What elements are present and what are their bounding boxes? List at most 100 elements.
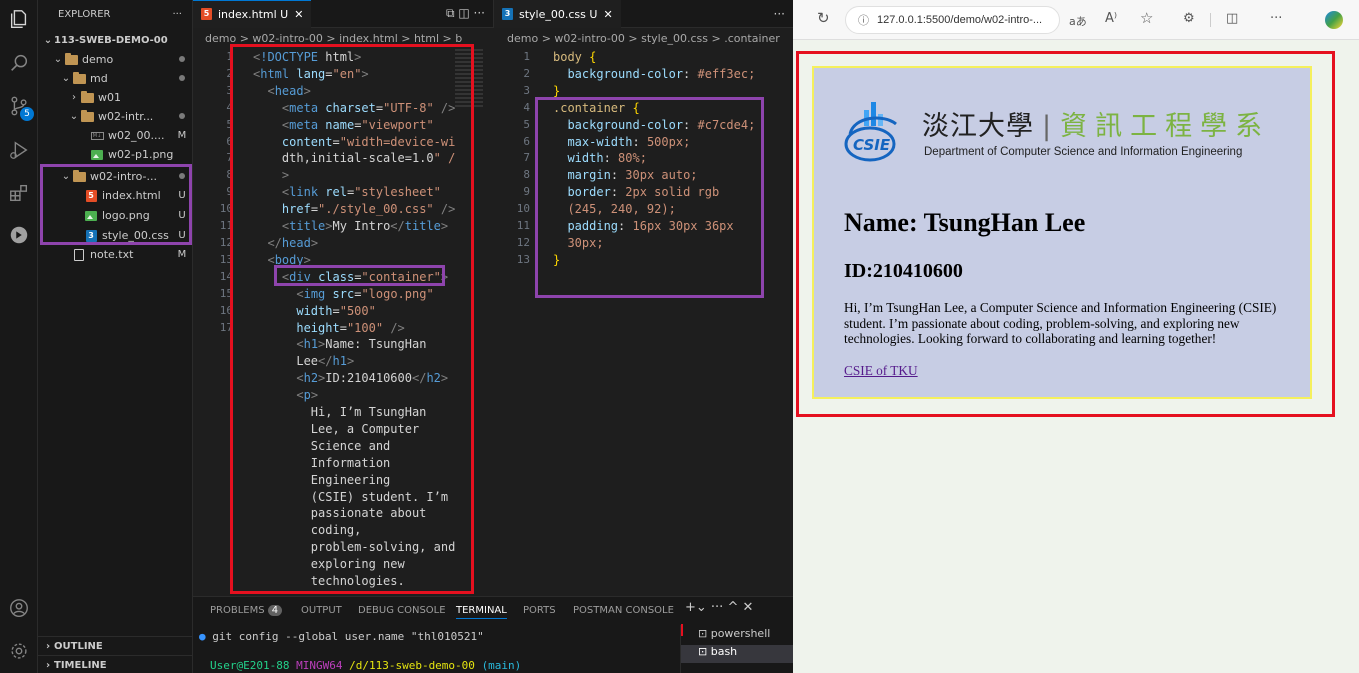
copilot-icon[interactable] (1325, 11, 1343, 29)
line-number: 13 (219, 252, 233, 266)
tree-item-note-txt[interactable]: note.txt M (38, 245, 193, 264)
line-number: 16 (219, 303, 233, 317)
terminal-line-1: ● git config --global user.name "thl0105… (199, 630, 484, 643)
line-number: 10 (516, 202, 530, 216)
git-status: M (177, 249, 187, 260)
address-bar[interactable]: ⓘ 127.0.0.1:5500/demo/w02-intro-... (845, 6, 1060, 34)
modified-dot-icon (179, 56, 185, 62)
tab-index-html[interactable]: 5 index.html U ✕ (193, 0, 312, 28)
tab-debug-console[interactable]: DEBUG CONSOLE (358, 605, 446, 616)
modified-dot-icon (179, 113, 185, 119)
source-control-badge: 5 (20, 107, 34, 121)
activity-bar: 5 (0, 0, 38, 673)
tree-item-w02-md[interactable]: M↓ w02_00.... M (38, 126, 193, 145)
line-number: 4 (226, 100, 233, 114)
css-editor-tabbar: 3 style_00.css U ✕ ··· (493, 0, 793, 28)
line-number: 2 (226, 66, 233, 80)
chevron-down-icon: ⌄ (69, 111, 79, 122)
terminal-prompt: User@E201-88 MINGW64 /d/113-sweb-demo-00… (210, 659, 522, 672)
problems-count-badge: 4 (267, 605, 283, 616)
line-number: 9 (226, 185, 233, 199)
line-number: 7 (523, 151, 530, 165)
tree-item-w02-intro[interactable]: ⌄ w02-intr... (38, 107, 193, 126)
folder-open-icon (72, 71, 86, 85)
outline-section[interactable]: › OUTLINE (38, 636, 193, 655)
code-line[interactable]: body { (553, 49, 763, 66)
favorite-star-icon[interactable]: ☆ (1140, 9, 1153, 27)
line-number: 15 (219, 286, 233, 300)
line-number: 5 (226, 117, 233, 131)
terminal-bash[interactable]: ⊡ bash (681, 645, 793, 663)
account-icon[interactable] (6, 595, 32, 621)
tab-ports[interactable]: PORTS (523, 605, 556, 616)
terminal-list: ⊡ powershell ⊡ bash (680, 624, 793, 673)
code-line[interactable]: background-color: #eff3ec; (553, 66, 763, 83)
explorer-title: EXPLORER (58, 8, 111, 20)
close-icon[interactable]: ✕ (294, 8, 303, 21)
line-number: 5 (523, 117, 530, 131)
tab-output[interactable]: OUTPUT (301, 605, 342, 616)
search-icon[interactable] (6, 50, 32, 76)
line-number: 12 (219, 235, 233, 249)
tab-postman-console[interactable]: POSTMAN CONSOLE (573, 605, 674, 616)
folder-open-icon (64, 52, 78, 66)
css-line-numbers: 1 2 3 4 5 6 7 8 9 10 11 12 13 (495, 49, 530, 269)
settings-gear-icon[interactable] (6, 638, 32, 664)
files-icon[interactable] (6, 6, 32, 32)
tab-style-css[interactable]: 3 style_00.css U ✕ (494, 0, 621, 28)
more-actions-icon[interactable]: ··· (774, 7, 785, 21)
tree-item-demo[interactable]: ⌄ demo (38, 50, 193, 69)
explorer-more-button[interactable]: ··· (172, 9, 182, 20)
tree-item-w01[interactable]: › w01 (38, 88, 193, 107)
css-breadcrumb: demo > w02-intro-00 > style_00.css > .co… (507, 31, 780, 45)
line-number: 17 (219, 320, 233, 334)
html-file-icon: 5 (201, 8, 212, 20)
annotation-box-css-code (535, 97, 764, 298)
line-number: 11 (516, 219, 530, 233)
extensions-puzzle-icon[interactable]: ⚙ (1183, 11, 1195, 26)
line-number: 9 (523, 185, 530, 199)
split-editor-icon[interactable]: ⧉ ◫ ··· (446, 6, 485, 21)
line-number: 2 (523, 66, 530, 80)
modified-dot-icon (179, 75, 185, 81)
workspace-root[interactable]: ⌄ 113-SWEB-DEMO-00 (38, 31, 193, 50)
tab-problems[interactable]: PROBLEMS 4 (210, 605, 283, 616)
tab-terminal[interactable]: TERMINAL (456, 605, 507, 619)
immersive-reader-icon[interactable]: A⁾ (1105, 11, 1117, 26)
split-screen-icon[interactable]: ◫ (1226, 11, 1238, 26)
line-number: 6 (226, 134, 233, 148)
annotation-box-browser-output (796, 51, 1335, 417)
extensions-icon[interactable] (6, 180, 32, 206)
line-number: 6 (523, 134, 530, 148)
timeline-section[interactable]: › TIMELINE (38, 655, 193, 673)
live-share-icon[interactable] (6, 222, 32, 248)
terminal-icon: ⊡ (698, 627, 708, 640)
info-icon: ⓘ (858, 15, 869, 27)
terminal-powershell[interactable]: ⊡ powershell (681, 624, 793, 645)
line-number: 7 (226, 151, 233, 165)
chevron-right-icon: › (45, 659, 51, 671)
source-control-icon[interactable]: 5 (6, 93, 34, 121)
line-number: 13 (516, 252, 530, 266)
chevron-down-icon: ⌄ (61, 73, 71, 84)
tree-item-md[interactable]: ⌄ md (38, 69, 193, 88)
line-number: 3 (226, 83, 233, 97)
image-file-icon (90, 149, 104, 161)
folder-open-icon (80, 109, 94, 123)
read-aloud-icon[interactable]: aあ (1069, 13, 1087, 29)
close-icon[interactable]: ✕ (603, 8, 612, 21)
refresh-icon[interactable]: ↻ (817, 9, 830, 27)
panel-actions-icon[interactable]: +⌄ ··· ^ ✕ (685, 600, 753, 615)
run-debug-icon[interactable] (6, 137, 32, 163)
tree-item-w02-p1[interactable]: w02-p1.png (38, 145, 193, 164)
chevron-down-icon: ⌄ (53, 54, 63, 65)
chevron-right-icon: › (72, 92, 76, 103)
chevron-right-icon: › (45, 640, 51, 652)
css-file-icon: 3 (502, 8, 513, 20)
line-number: 1 (523, 50, 530, 63)
line-number: 12 (516, 235, 530, 249)
bottom-panel: PROBLEMS 4 OUTPUT DEBUG CONSOLE TERMINAL… (193, 596, 793, 673)
browser-menu-icon[interactable]: ··· (1270, 11, 1282, 26)
line-number: 3 (523, 83, 530, 97)
annotation-box-html-code (230, 44, 474, 594)
